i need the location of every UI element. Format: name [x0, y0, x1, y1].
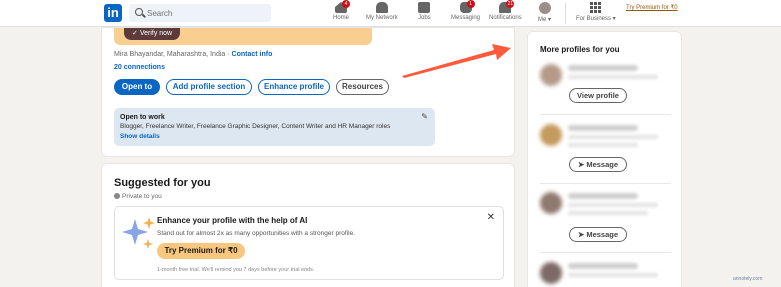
suggested-title: Suggested for you — [114, 177, 211, 189]
profile-name-blurred — [568, 125, 638, 131]
open-to-work-title: Open to work — [120, 114, 165, 121]
open-to-work-box[interactable]: Open to work Blogger, Freelance Writer, … — [114, 108, 435, 146]
profile-location: Mira Bhayandar, Maharashtra, India · Con… — [114, 51, 272, 58]
location-text: Mira Bhayandar, Maharashtra, India · — [114, 51, 232, 58]
suggested-card: Suggested for you Private to you Enhance… — [101, 163, 515, 287]
top-nav: in 4 Home My Network Jobs 1 Messaging 21… — [0, 0, 781, 27]
connections-link[interactable]: 20 connections — [114, 64, 165, 71]
profile-name-blurred — [568, 65, 638, 71]
avatar[interactable] — [540, 262, 562, 284]
avatar — [538, 2, 551, 14]
message-button[interactable]: ➤ Message — [569, 227, 627, 242]
profile-headline-blurred — [568, 273, 658, 277]
add-profile-section-button[interactable]: Add profile section — [166, 79, 252, 95]
nav-messaging[interactable]: 1 Messaging — [451, 0, 481, 21]
view-profile-button[interactable]: View profile — [569, 88, 627, 103]
ai-enhance-card: Enhance your profile with the help of AI… — [114, 206, 504, 280]
shield-icon: ✓ — [132, 30, 140, 37]
verify-now-button[interactable]: ✓ Verify now — [124, 28, 181, 40]
trial-note: 1-month free trial. We'll remind you 7 d… — [157, 267, 315, 273]
message-button[interactable]: ➤ Message — [569, 157, 627, 172]
watermark: annotely.com — [733, 276, 763, 282]
nav-for-business[interactable]: For Business ▾ — [576, 2, 616, 22]
notifications-badge: 21 — [506, 0, 515, 8]
avatar[interactable] — [540, 192, 562, 214]
profile-name-blurred — [568, 193, 638, 199]
nav-home[interactable]: 4 Home — [333, 0, 350, 21]
messaging-badge: 1 — [466, 0, 475, 8]
eye-icon — [114, 193, 120, 199]
nav-me[interactable]: Me ▾ — [538, 2, 551, 23]
divider — [540, 183, 671, 184]
nav-messaging-label: Messaging — [451, 15, 481, 21]
nav-home-label: Home — [333, 15, 350, 21]
profile-headline-blurred — [568, 135, 658, 139]
avatar[interactable] — [540, 124, 562, 146]
annotation-arrow-icon — [402, 44, 511, 78]
nav-for-business-label: For Business ▾ — [576, 16, 616, 22]
sparkles-icon — [122, 217, 155, 249]
briefcase-icon — [418, 2, 431, 13]
pencil-icon[interactable]: ✎ — [421, 112, 428, 121]
nav-notifications-label: Notifications — [489, 15, 522, 21]
nav-notifications[interactable]: 21 Notifications — [489, 0, 522, 21]
contact-info-link[interactable]: Contact info — [232, 51, 273, 58]
close-icon[interactable]: ✕ — [487, 212, 495, 223]
search-box[interactable] — [129, 4, 271, 22]
nav-jobs[interactable]: Jobs — [418, 2, 431, 21]
show-details-link[interactable]: Show details — [120, 133, 160, 140]
try-premium-link[interactable]: Try Premium for ₹0 — [626, 4, 678, 11]
ai-card-title: Enhance your profile with the help of AI — [157, 216, 308, 225]
profile-headline-blurred — [568, 211, 648, 215]
divider — [540, 114, 671, 115]
open-to-button[interactable]: Open to — [114, 79, 160, 95]
more-profiles-card: More profiles for you View profile ➤ Mes… — [527, 31, 682, 287]
resources-button[interactable]: Resources — [336, 79, 389, 95]
search-input[interactable] — [147, 6, 265, 20]
message-label: Message — [586, 230, 619, 239]
nav-my-network[interactable]: My Network — [366, 2, 398, 21]
nav-jobs-label: Jobs — [418, 15, 431, 21]
try-premium-button[interactable]: Try Premium for ₹0 — [157, 243, 245, 259]
grid-icon — [590, 2, 602, 13]
nav-divider — [565, 3, 566, 24]
nav-me-label: Me ▾ — [538, 17, 552, 23]
verify-now-label: Verify now — [139, 30, 173, 37]
linkedin-logo-icon[interactable]: in — [104, 4, 122, 22]
profile-headline-blurred — [568, 75, 658, 79]
people-icon — [375, 2, 388, 13]
profile-headline-blurred — [568, 203, 658, 207]
divider — [540, 252, 671, 253]
nav-my-network-label: My Network — [366, 15, 398, 21]
ai-card-subtitle: Stand out for almost 2x as many opportun… — [157, 230, 355, 237]
privacy-note: Private to you — [114, 193, 162, 200]
profile-headline-blurred — [568, 143, 638, 147]
profile-name-blurred — [568, 263, 638, 269]
enhance-profile-button[interactable]: Enhance profile — [258, 79, 330, 95]
avatar[interactable] — [540, 64, 562, 86]
open-to-work-roles: Blogger, Freelance Writer, Freelance Gra… — [120, 123, 391, 130]
privacy-label: Private to you — [122, 193, 162, 200]
message-label: Message — [586, 160, 619, 169]
more-profiles-title: More profiles for you — [540, 45, 620, 54]
search-icon — [135, 8, 143, 16]
home-badge: 4 — [342, 0, 350, 8]
